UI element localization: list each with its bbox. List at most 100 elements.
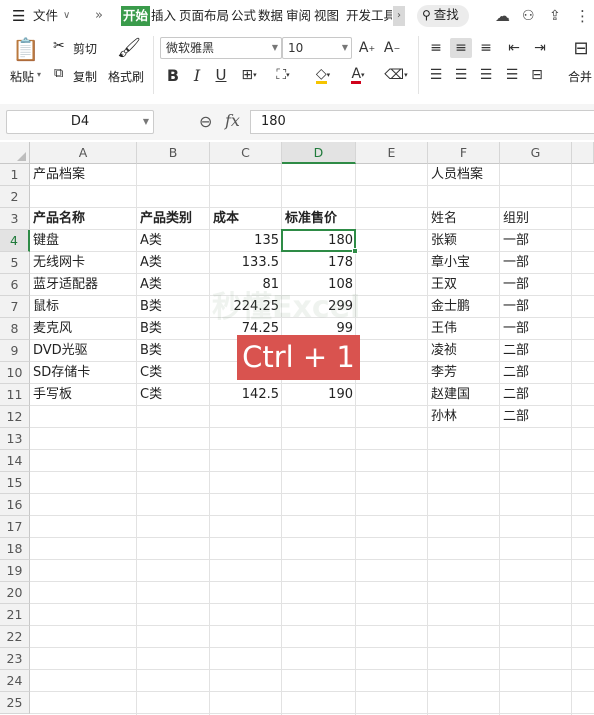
- cell-g9[interactable]: 二部: [500, 340, 572, 362]
- column-header-b[interactable]: B: [137, 142, 210, 164]
- underline-icon[interactable]: U: [212, 64, 230, 86]
- italic-icon[interactable]: I: [188, 64, 206, 86]
- clear-icon[interactable]: ⌫ ▾: [383, 64, 409, 86]
- row-header-21[interactable]: 21: [0, 604, 30, 626]
- more-icon[interactable]: ⋮: [575, 6, 590, 26]
- tab-view[interactable]: 视图: [314, 6, 339, 26]
- cell-a11[interactable]: 手写板: [30, 384, 137, 406]
- row-header-24[interactable]: 24: [0, 670, 30, 692]
- cell-a3[interactable]: 产品名称: [30, 208, 137, 230]
- cell-a10[interactable]: SD存储卡: [30, 362, 137, 384]
- cell-g3[interactable]: 组别: [500, 208, 572, 230]
- column-header-h[interactable]: [572, 142, 594, 164]
- row-header-19[interactable]: 19: [0, 560, 30, 582]
- cell-a6[interactable]: 蓝牙适配器: [30, 274, 137, 296]
- cell-a1[interactable]: 产品档案: [30, 164, 137, 186]
- hamburger-icon[interactable]: ☰: [12, 6, 25, 26]
- cut-button[interactable]: 剪切: [73, 40, 97, 57]
- cell-f7[interactable]: 金士鹏: [428, 296, 500, 318]
- fill-handle[interactable]: [352, 248, 358, 254]
- cell-a9[interactable]: DVD光驱: [30, 340, 137, 362]
- copy-icon[interactable]: ⧉: [54, 66, 63, 81]
- cell-b3[interactable]: 产品类别: [137, 208, 210, 230]
- cell-b4[interactable]: A类: [137, 230, 210, 252]
- cell-b8[interactable]: B类: [137, 318, 210, 340]
- cell-c5[interactable]: 133.5: [210, 252, 282, 274]
- row-header-14[interactable]: 14: [0, 450, 30, 472]
- cell-f12[interactable]: 孙林: [428, 406, 500, 428]
- bold-icon[interactable]: B: [164, 64, 182, 86]
- search-box[interactable]: ⚲ 查找: [417, 5, 469, 27]
- increase-font-icon[interactable]: A +: [357, 38, 377, 58]
- cell-g11[interactable]: 二部: [500, 384, 572, 406]
- chevron-down-icon[interactable]: ▾: [37, 70, 41, 79]
- cell-f11[interactable]: 赵建国: [428, 384, 500, 406]
- cell-g5[interactable]: 一部: [500, 252, 572, 274]
- column-header-g[interactable]: G: [500, 142, 572, 164]
- align-middle-icon[interactable]: ≡: [450, 38, 472, 58]
- cell-d3[interactable]: 标准售价: [282, 208, 356, 230]
- merge-label[interactable]: 合并: [568, 68, 592, 85]
- cell-c3[interactable]: 成本: [210, 208, 282, 230]
- row-header-17[interactable]: 17: [0, 516, 30, 538]
- cell-d11[interactable]: 190: [282, 384, 356, 406]
- font-color-icon[interactable]: A ▾: [345, 64, 371, 86]
- row-header-23[interactable]: 23: [0, 648, 30, 670]
- chevron-down-icon[interactable]: ▼: [143, 111, 149, 133]
- column-header-c[interactable]: C: [210, 142, 282, 164]
- cell-b9[interactable]: B类: [137, 340, 210, 362]
- cell-b7[interactable]: B类: [137, 296, 210, 318]
- column-header-a[interactable]: A: [30, 142, 137, 164]
- scissors-icon[interactable]: ✂: [53, 38, 65, 54]
- row-header-12[interactable]: 12: [0, 406, 30, 428]
- cell-g4[interactable]: 一部: [500, 230, 572, 252]
- tab-developer[interactable]: 开发工具: [346, 6, 392, 26]
- row-header-13[interactable]: 13: [0, 428, 30, 450]
- align-right-icon[interactable]: ☰: [476, 65, 496, 85]
- cell-d5[interactable]: 178: [282, 252, 356, 274]
- borders-icon[interactable]: ⊞ ▾: [237, 64, 261, 86]
- cell-a7[interactable]: 鼠标: [30, 296, 137, 318]
- fx-icon[interactable]: fx: [225, 111, 240, 130]
- cloud-icon[interactable]: ☁: [495, 6, 510, 26]
- row-header-20[interactable]: 20: [0, 582, 30, 604]
- paste-icon[interactable]: 📋: [12, 36, 39, 64]
- cell-g10[interactable]: 二部: [500, 362, 572, 384]
- tab-formulas[interactable]: 公式: [231, 6, 256, 26]
- cell-f9[interactable]: 凌祯: [428, 340, 500, 362]
- cell-f10[interactable]: 李芳: [428, 362, 500, 384]
- cell-a5[interactable]: 无线网卡: [30, 252, 137, 274]
- font-family-select[interactable]: 微软雅黑 ▼: [160, 37, 282, 59]
- cell-b5[interactable]: A类: [137, 252, 210, 274]
- row-header-7[interactable]: 7: [0, 296, 30, 318]
- cell-f1[interactable]: 人员档案: [428, 164, 500, 186]
- cell-a4[interactable]: 键盘: [30, 230, 137, 252]
- cell-g12[interactable]: 二部: [500, 406, 572, 428]
- zoom-icon[interactable]: ⊖: [199, 112, 212, 131]
- merge-icon[interactable]: ⊟: [568, 36, 594, 60]
- cell-c11[interactable]: 142.5: [210, 384, 282, 406]
- row-header-18[interactable]: 18: [0, 538, 30, 560]
- column-header-e[interactable]: E: [356, 142, 428, 164]
- cell-f4[interactable]: 张颖: [428, 230, 500, 252]
- share-icon[interactable]: ⇪: [549, 6, 561, 26]
- column-header-d[interactable]: D: [282, 142, 356, 164]
- align-left-icon[interactable]: ☰: [426, 65, 446, 85]
- tab-review[interactable]: 审阅: [286, 6, 311, 26]
- name-box[interactable]: D4 ▼: [6, 110, 154, 134]
- cell-f8[interactable]: 王伟: [428, 318, 500, 340]
- row-header-6[interactable]: 6: [0, 274, 30, 296]
- row-header-1[interactable]: 1: [0, 164, 30, 186]
- copy-button[interactable]: 复制: [73, 68, 97, 85]
- menu-file[interactable]: 文件: [33, 6, 58, 26]
- row-header-15[interactable]: 15: [0, 472, 30, 494]
- row-header-22[interactable]: 22: [0, 626, 30, 648]
- align-top-icon[interactable]: ≡: [426, 38, 446, 58]
- tab-data[interactable]: 数据: [258, 6, 283, 26]
- cell-b11[interactable]: C类: [137, 384, 210, 406]
- tab-insert[interactable]: 插入: [151, 6, 176, 26]
- row-header-9[interactable]: 9: [0, 340, 30, 362]
- cell-g6[interactable]: 一部: [500, 274, 572, 296]
- tabs-scroll-right-icon[interactable]: ›: [393, 6, 405, 26]
- format-painter-icon[interactable]: 🖌: [117, 36, 141, 59]
